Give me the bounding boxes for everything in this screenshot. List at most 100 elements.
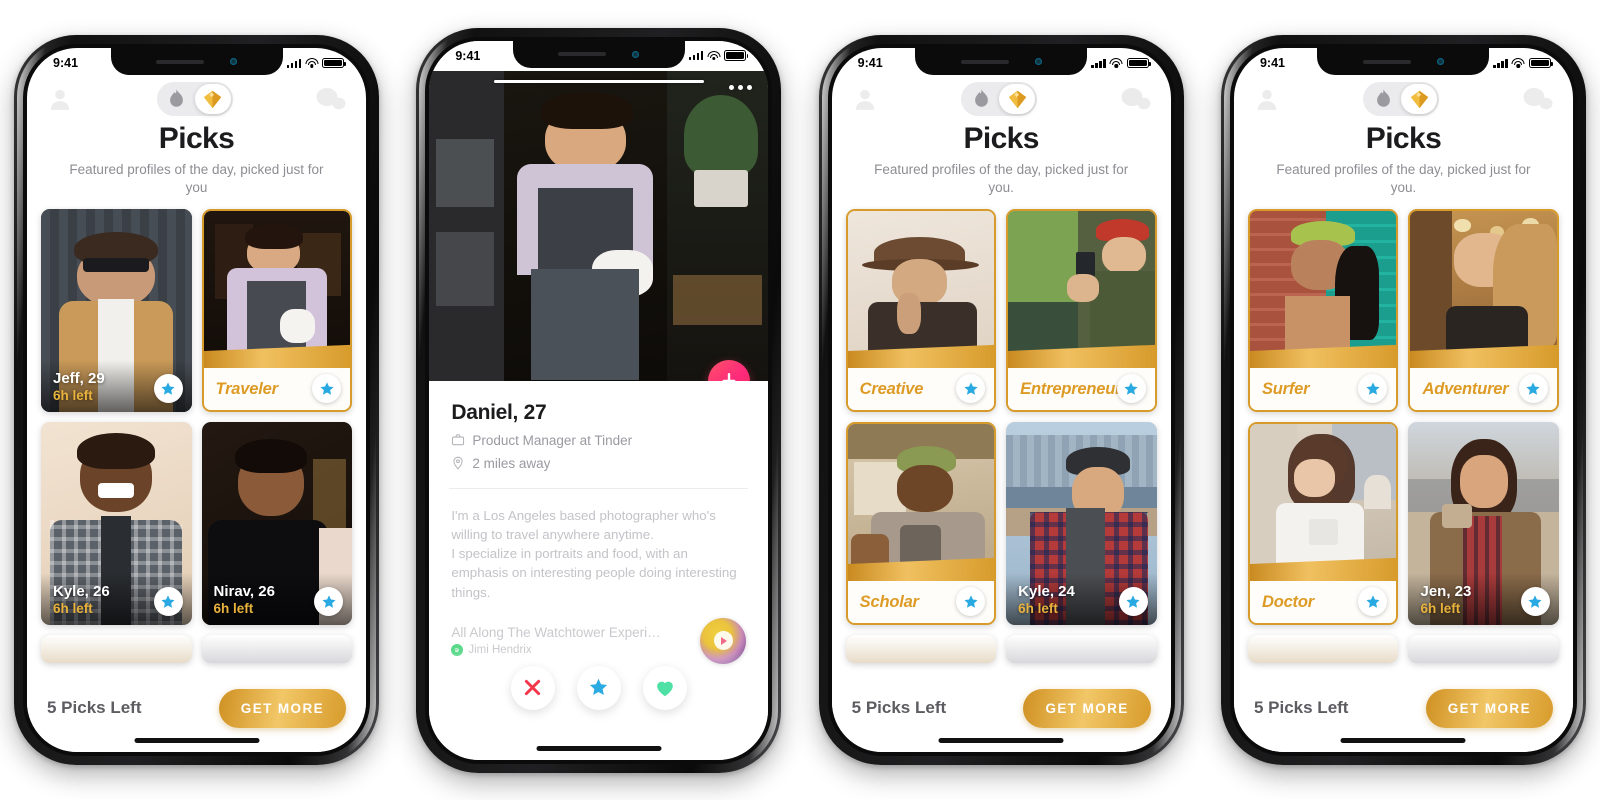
picks-grid: Jeff, 29 6h left Traveler Kyle, 26 6h le…	[27, 197, 366, 678]
superlike-star-icon[interactable]	[153, 587, 183, 617]
anthem-artist: Jimi Hendrix	[468, 644, 532, 657]
profile-photo[interactable]	[429, 70, 769, 381]
superlike-star-icon[interactable]	[153, 374, 183, 404]
anthem-album-art[interactable]	[700, 617, 747, 664]
anthem-title: All Along The Watchtower Experien...	[451, 625, 667, 641]
phone-picks-grid-women: 9:41 Picks Featured profiles of the day,…	[1220, 35, 1586, 765]
mode-toggle[interactable]	[156, 82, 233, 116]
gold-diamond-icon[interactable]	[194, 84, 231, 114]
person-icon[interactable]	[852, 86, 878, 112]
pick-card-badge[interactable]: Surfer	[1247, 209, 1399, 413]
profile-bio: I'm a Los Angeles based photographer who…	[451, 507, 737, 600]
like-heart-icon[interactable]	[642, 665, 687, 710]
pick-card-badge[interactable]: Scholar	[845, 422, 997, 626]
pick-card[interactable]: Kyle, 26 6h left	[41, 422, 192, 626]
front-camera	[632, 50, 640, 58]
spotify-icon	[451, 644, 464, 657]
cellular-signal-icon	[1493, 58, 1508, 68]
screenshot-stage: 9:41 Picks Featured profiles of the day,…	[0, 0, 1600, 800]
profile-anthem[interactable]: All Along The Watchtower Experien... Jim…	[429, 617, 768, 664]
pick-card-badge[interactable]: Adventurer	[1408, 209, 1559, 413]
page-title: Picks	[963, 122, 1039, 155]
home-indicator[interactable]	[536, 745, 662, 751]
pick-card-badge[interactable]: Entrepreneur	[1006, 209, 1157, 413]
pick-card-badge[interactable]: Traveler	[201, 209, 352, 413]
pick-card[interactable]: Kyle, 24 6h left	[1006, 422, 1157, 626]
home-indicator[interactable]	[1340, 738, 1466, 743]
pick-card-partial[interactable]	[845, 635, 997, 664]
earpiece-speaker	[558, 52, 607, 56]
profile-name: Daniel, 27	[451, 400, 547, 424]
photo-progress-bar[interactable]	[493, 79, 704, 83]
pick-card-badge[interactable]: Creative	[845, 209, 997, 413]
cellular-signal-icon	[688, 51, 704, 60]
gold-diamond-icon[interactable]	[1401, 84, 1438, 114]
picks-left-count: 5 Picks Left	[47, 698, 142, 717]
tinder-flame-icon[interactable]	[159, 84, 195, 114]
more-dots-icon[interactable]	[729, 84, 753, 90]
picks-grid: Surfer Adventurer Doctor Jen, 23 6h left	[1234, 197, 1573, 678]
person-icon[interactable]	[1254, 86, 1280, 112]
pick-badge-label: Doctor	[1261, 592, 1314, 611]
front-camera	[1436, 58, 1444, 65]
profile-info: Daniel, 27 Product Manager at Tinder 2 m…	[429, 381, 768, 471]
chat-bubble-icon[interactable]	[1523, 86, 1553, 112]
page-subtitle: Featured profiles of the day, picked jus…	[874, 162, 1129, 196]
pick-badge-label: Entrepreneur	[1020, 379, 1122, 398]
battery-icon	[322, 57, 346, 69]
superlike-star-icon[interactable]	[1118, 587, 1148, 617]
pick-card[interactable]: Nirav, 26 6h left	[201, 422, 352, 626]
status-time: 9:41	[1259, 56, 1286, 70]
superlike-star-icon[interactable]	[1116, 374, 1146, 404]
get-more-button[interactable]: GET MORE	[1023, 688, 1151, 728]
profile-distance: 2 miles away	[472, 455, 551, 471]
nope-x-icon[interactable]	[510, 665, 555, 710]
front-camera	[1034, 58, 1042, 65]
superlike-star-icon[interactable]	[576, 665, 621, 710]
pick-card-partial[interactable]	[1247, 635, 1399, 664]
picks-left-count: 5 Picks Left	[851, 698, 947, 717]
chat-bubble-icon[interactable]	[316, 86, 346, 112]
app-header	[1234, 78, 1573, 116]
tinder-flame-icon[interactable]	[963, 84, 999, 114]
status-time: 9:41	[857, 56, 883, 70]
pick-card[interactable]: Jeff, 29 6h left	[41, 209, 192, 413]
cellular-signal-icon	[1091, 58, 1106, 68]
phone-profile-detail: 9:41 Daniel, 27 Product Manager at Tinde…	[416, 27, 782, 773]
notch	[1317, 48, 1490, 75]
notch	[110, 48, 283, 75]
get-more-button[interactable]: GET MORE	[1425, 688, 1553, 728]
home-indicator[interactable]	[938, 738, 1064, 743]
gold-diamond-icon[interactable]	[999, 84, 1036, 114]
person-icon[interactable]	[47, 86, 73, 112]
pick-badge-label: Traveler	[215, 379, 279, 398]
pick-card-partial[interactable]	[1408, 635, 1559, 664]
wifi-icon	[305, 58, 318, 68]
wifi-icon	[707, 50, 721, 61]
play-icon[interactable]	[713, 631, 733, 651]
briefcase-icon	[452, 434, 465, 446]
page-title: Picks	[1365, 122, 1442, 155]
cellular-signal-icon	[286, 58, 301, 68]
picks-left-count: 5 Picks Left	[1253, 698, 1349, 717]
wifi-icon	[1511, 58, 1525, 68]
app-header	[27, 78, 366, 116]
profile-job-row: Product Manager at Tinder	[451, 433, 746, 448]
battery-icon	[1126, 57, 1151, 69]
pick-card-partial[interactable]	[1006, 635, 1157, 664]
chat-bubble-icon[interactable]	[1121, 86, 1151, 112]
tinder-flame-icon[interactable]	[1365, 84, 1401, 114]
notch	[512, 40, 685, 68]
pick-card-partial[interactable]	[201, 635, 352, 664]
get-more-button[interactable]: GET MORE	[218, 688, 346, 728]
picks-grid: Creative Entrepreneur Scholar Kyle, 24 6…	[832, 197, 1171, 678]
pick-card-badge[interactable]: Doctor	[1247, 422, 1399, 626]
status-time: 9:41	[53, 56, 79, 70]
pick-card-partial[interactable]	[41, 635, 192, 664]
page-subtitle: Featured profiles of the day, picked jus…	[69, 162, 324, 196]
mode-toggle[interactable]	[1363, 82, 1440, 116]
mode-toggle[interactable]	[961, 82, 1038, 116]
home-indicator[interactable]	[134, 738, 259, 743]
location-pin-icon	[453, 456, 463, 470]
pick-card[interactable]: Jen, 23 6h left	[1408, 422, 1559, 626]
